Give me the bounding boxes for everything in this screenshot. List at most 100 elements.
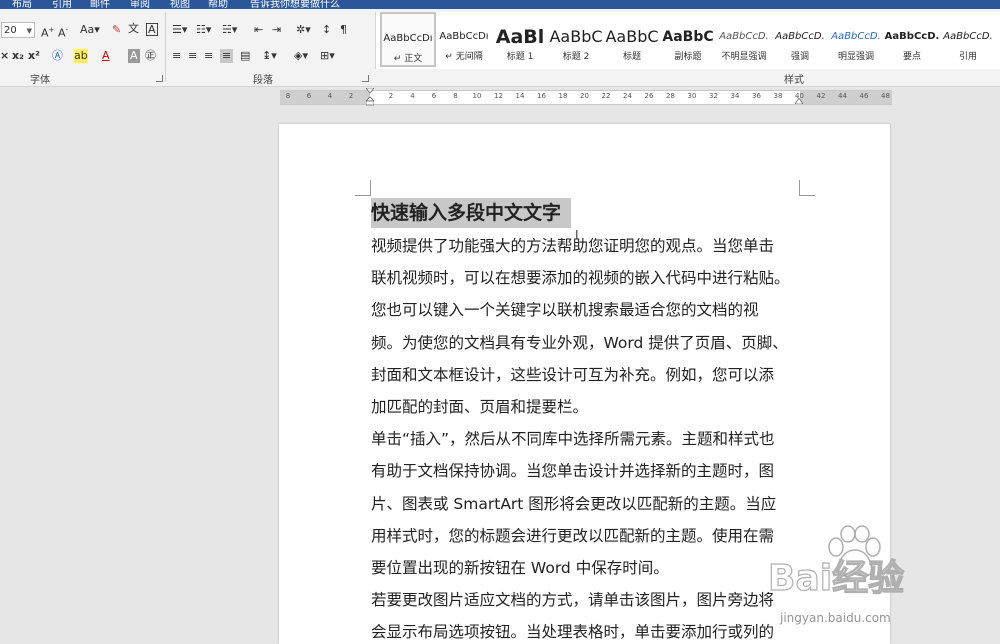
style-sample: AaBbCcD.	[775, 31, 825, 42]
body-text-line[interactable]: 封面和文本框设计，这些设计可互为补充。例如，您可以添	[371, 365, 774, 385]
horizontal-ruler[interactable]: 8 6 4 2 2 4 6 8 10 12 14 16 18 20 22 24 26 28 30 32 34 36 38 40…	[280, 88, 892, 106]
style-name: 标题 1	[506, 52, 534, 62]
char-shading-icon[interactable]: A	[128, 49, 140, 63]
ruler-tick-label: 2	[388, 92, 394, 100]
strikethrough-icon[interactable]: ×	[0, 49, 9, 63]
chinese-layout-icon[interactable]: ✲▾	[296, 23, 311, 37]
ruler-tick-label: 48	[881, 92, 890, 100]
multilevel-list-icon[interactable]: ☵▾	[222, 23, 237, 37]
body-text-line[interactable]: 视频提供了功能强大的方法帮助您证明您的观点。当您单击	[371, 236, 774, 256]
borders-icon[interactable]: ⊞▾	[320, 49, 335, 63]
font-color-icon[interactable]: A	[102, 49, 110, 63]
body-text-line[interactable]: 片、图表或 SmartArt 图形将会更改以匹配新的主题。当应	[371, 494, 776, 514]
enclose-char-icon[interactable]: ㊣	[145, 49, 156, 63]
style-item[interactable]: AaBbC 标题	[604, 12, 660, 67]
ruler-tick-label: 44	[838, 92, 847, 100]
watermark-url: jingyan.baidu.com	[780, 611, 891, 625]
tab-mailings[interactable]: 邮件	[90, 0, 110, 9]
clear-format-icon[interactable]: ✎	[112, 23, 121, 37]
ruler-tick-label: 8	[285, 92, 291, 100]
decrease-indent-icon[interactable]: ⇤	[254, 23, 263, 37]
style-sample: AaBbCcDı	[383, 33, 433, 44]
body-text-line[interactable]: 会显示布局选项按钮。当处理表格时，单击要添加行或列的	[371, 622, 774, 642]
style-sample: AaBl	[495, 26, 545, 48]
tab-help[interactable]: 帮助	[208, 0, 228, 9]
ruler-tick-label: 28	[666, 92, 675, 100]
indent-marker-icon[interactable]	[366, 88, 374, 106]
body-text-line[interactable]: 单击“插入”，然后从不同库中选择所需元素。主题和样式也	[371, 429, 775, 449]
bullets-icon[interactable]: ☰▾	[172, 23, 187, 37]
increase-indent-icon[interactable]: ⇥	[272, 23, 281, 37]
ruler-tick-label: 30	[687, 92, 697, 100]
tab-view[interactable]: 视图	[170, 0, 190, 9]
style-item[interactable]: AaBbC明	[996, 12, 1000, 67]
shrink-font-icon[interactable]: A-	[58, 23, 68, 41]
body-text-line[interactable]: 联机视频时，可以在想要添加的视频的嵌入代码中进行粘贴。	[371, 268, 790, 288]
style-name: ↵ 正文	[393, 54, 423, 64]
subscript-icon[interactable]: x₂	[12, 49, 24, 63]
tab-layout[interactable]: 布局	[12, 0, 32, 9]
document-title[interactable]: 快速输入多段中文文字	[371, 198, 572, 228]
style-item[interactable]: AaBbCcD. 明显强调	[828, 12, 884, 67]
line-spacing-icon[interactable]: ↨▾	[262, 49, 277, 63]
ruler-tick-label: 4	[410, 92, 415, 100]
style-item[interactable]: AaBbCcDı ↵ 无间隔	[436, 12, 492, 67]
ruler-tick-label: 6	[431, 92, 437, 100]
paragraph-dialog-launcher-icon[interactable]	[362, 75, 369, 82]
styles-group-label: 样式	[784, 75, 804, 86]
style-name: 标题 2	[562, 52, 590, 62]
font-size-box[interactable]: 20 ▼	[1, 22, 35, 38]
font-group-label: 字体	[30, 75, 50, 86]
style-item[interactable]: AaBl 标题 1	[492, 12, 548, 67]
style-item[interactable]: AaBbCcD. 不明显强调	[716, 12, 772, 67]
show-marks-icon[interactable]: ¶	[340, 23, 347, 37]
chevron-down-icon[interactable]: ▼	[27, 23, 32, 39]
body-text-line[interactable]: 用样式时，您的标题会进行更改以匹配新的主题。使用在需	[371, 526, 774, 546]
align-right-icon[interactable]: ≡	[204, 49, 213, 63]
body-text-line[interactable]: 频。为使您的文档具有专业外观，Word 提供了页眉、页脚、	[371, 333, 788, 353]
body-text-line[interactable]: 要位置出现的新按钮在 Word 中保存时间。	[371, 558, 669, 578]
style-item[interactable]: AaBbCcD. 强调	[772, 12, 828, 67]
crop-mark-top-right	[799, 180, 815, 196]
char-border-icon[interactable]: A	[146, 23, 158, 36]
numbering-icon[interactable]: ☷▾	[196, 23, 211, 37]
body-text-line[interactable]: 您也可以键入一个关键字以联机搜索最适合您的文档的视	[371, 300, 759, 320]
tab-review[interactable]: 审阅	[130, 0, 150, 9]
ruler-tick-label: 20	[580, 92, 589, 100]
style-item[interactable]: AaBbCcDı ↵ 正文	[380, 12, 436, 67]
align-center-icon[interactable]: ≡	[188, 49, 197, 63]
tell-me-search[interactable]: 告诉我你想要做什么	[250, 0, 340, 9]
distributed-icon[interactable]: ▤	[240, 49, 250, 63]
shading-icon[interactable]: ◈▾	[294, 49, 308, 63]
body-text-line[interactable]: 加匹配的封面、页眉和提要栏。	[371, 397, 588, 417]
ribbon-tab-bar: 布局 引用 邮件 审阅 视图 帮助 告诉我你想要做什么	[0, 0, 1000, 9]
styles-gallery: AaBbCcDı ↵ 正文 AaBbCcDı ↵ 无间隔 AaBl 标题 1 AaBbC 标题…	[375, 12, 1000, 69]
style-sample: AaBbC	[996, 25, 1000, 49]
ruler-tick-label: 42	[816, 92, 826, 100]
group-divider	[165, 12, 166, 82]
style-sample: AaBbC	[605, 27, 659, 46]
body-text-line[interactable]: 若要更改图片适应文档的方式，请单击该图片，图片旁边将	[371, 590, 774, 610]
justify-icon[interactable]: ≡	[220, 49, 234, 63]
align-left-icon[interactable]: ≡	[172, 49, 181, 63]
style-item[interactable]: AaBbCcD. 引用	[940, 12, 996, 67]
ruler-tick-label: 26	[644, 92, 654, 100]
sort-icon[interactable]: ↕	[322, 23, 331, 37]
style-item[interactable]: AaBbCcD. 要点	[884, 12, 940, 67]
change-case-icon[interactable]: Aa▾	[80, 23, 100, 37]
font-dialog-launcher-icon[interactable]	[156, 75, 163, 82]
tab-references[interactable]: 引用	[52, 0, 72, 9]
style-sample: AaBbC	[549, 27, 603, 46]
phonetic-guide-icon[interactable]: 文	[128, 22, 139, 36]
style-item[interactable]: AaBbC 标题 2	[548, 12, 604, 67]
ruler-tick-label: 2	[348, 92, 354, 100]
style-sample: AaBbC	[662, 29, 714, 45]
grow-font-icon[interactable]: A+	[41, 23, 54, 41]
style-item[interactable]: AaBbC 副标题	[660, 12, 716, 67]
body-text-line[interactable]: 有助于文档保持协调。当您单击设计并选择新的主题时，图	[371, 461, 774, 481]
text-effects-icon[interactable]: Ⓐ	[52, 49, 63, 63]
ribbon: 20 ▼ A+ A- Aa▾ ✎ 文 A × x₂ x² Ⓐ ab A A ㊣ …	[0, 9, 1000, 87]
highlight-icon[interactable]: ab	[74, 49, 88, 63]
style-name: 明	[996, 49, 1000, 62]
superscript-icon[interactable]: x²	[28, 49, 40, 63]
